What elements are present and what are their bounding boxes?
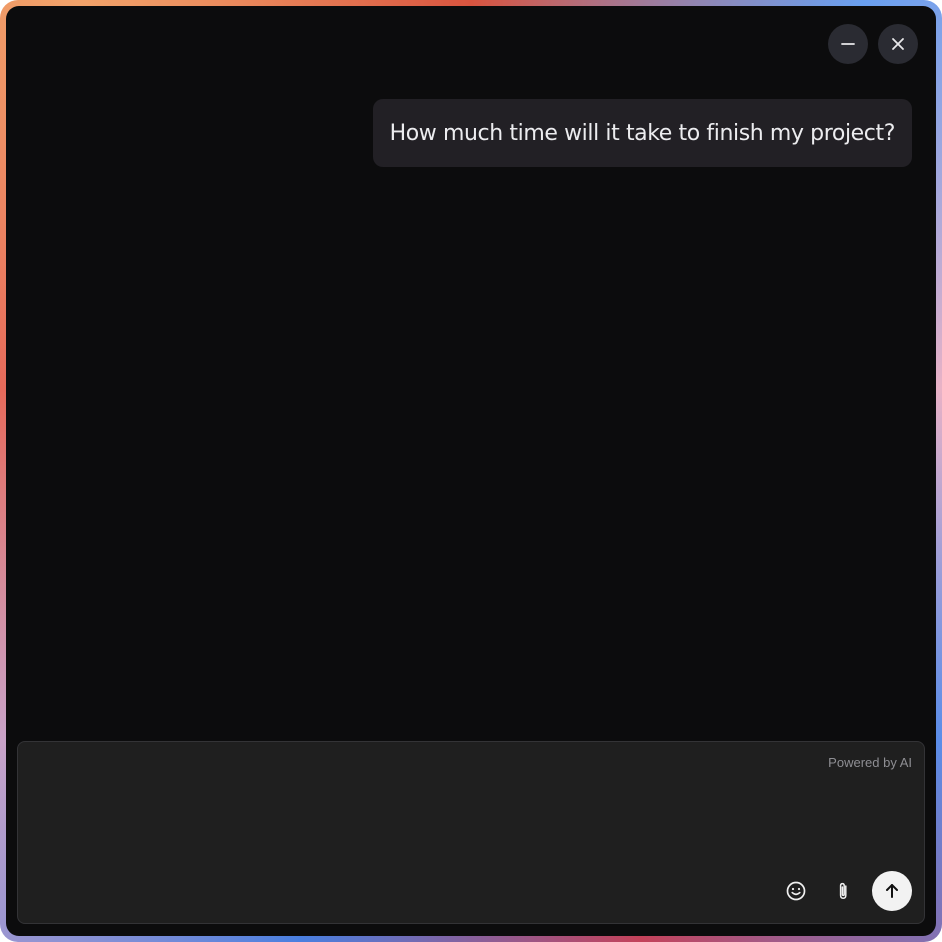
minimize-button[interactable] bbox=[828, 24, 868, 64]
message-input[interactable] bbox=[30, 754, 814, 868]
message-text: How much time will it take to finish my … bbox=[389, 120, 896, 146]
close-icon bbox=[892, 38, 904, 50]
send-button[interactable] bbox=[872, 871, 912, 911]
chat-window: How much time will it take to finish my … bbox=[6, 6, 936, 936]
message-composer: Powered by AI bbox=[17, 741, 925, 924]
gradient-frame: How much time will it take to finish my … bbox=[0, 0, 942, 942]
minimize-icon bbox=[841, 43, 855, 45]
emoji-button[interactable] bbox=[776, 871, 816, 911]
user-message-bubble: How much time will it take to finish my … bbox=[372, 99, 912, 167]
close-button[interactable] bbox=[878, 24, 918, 64]
powered-by-label: Powered by AI bbox=[828, 755, 912, 770]
paperclip-icon bbox=[839, 882, 847, 899]
attach-button[interactable] bbox=[824, 871, 864, 911]
arrow-up-icon bbox=[886, 884, 898, 898]
smiley-face-icon bbox=[786, 881, 806, 901]
